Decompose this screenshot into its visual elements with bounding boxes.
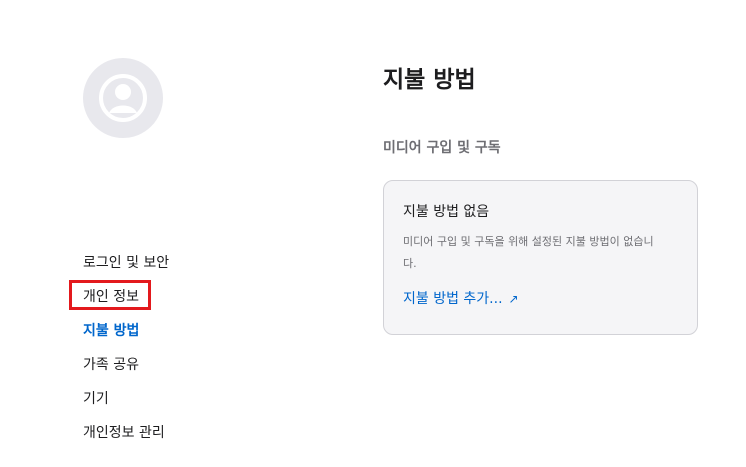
add-payment-method-label: 지불 방법 추가... [403, 291, 503, 307]
account-settings-page: 로그인 및 보안 개인 정보 지불 방법 가족 공유 기기 개인정보 관리 지불… [0, 0, 746, 467]
sidebar-item-devices[interactable]: 기기 [83, 388, 169, 422]
add-payment-method-link[interactable]: 지불 방법 추가... ↗ [403, 288, 519, 308]
sidebar-item-family-sharing[interactable]: 가족 공유 [83, 354, 169, 388]
sidebar-item-sign-in-security[interactable]: 로그인 및 보안 [83, 252, 169, 286]
user-circle-icon [99, 74, 147, 122]
avatar[interactable] [83, 58, 163, 138]
payment-method-card: 지불 방법 없음 미디어 구입 및 구독을 위해 설정된 지불 방법이 없습니다… [383, 180, 698, 335]
sidebar-item-personal-info[interactable]: 개인 정보 [83, 286, 169, 320]
page-title: 지불 방법 [383, 67, 476, 93]
section-title: 미디어 구입 및 구독 [383, 140, 501, 156]
sidebar-nav: 로그인 및 보안 개인 정보 지불 방법 가족 공유 기기 개인정보 관리 [83, 252, 169, 456]
sidebar-item-payment-methods[interactable]: 지불 방법 [83, 320, 169, 354]
sidebar-item-privacy[interactable]: 개인정보 관리 [83, 422, 169, 456]
external-arrow-icon: ↗ [508, 292, 519, 306]
card-description: 미디어 구입 및 구독을 위해 설정된 지불 방법이 없습니다. [403, 235, 654, 270]
card-title: 지불 방법 없음 [403, 204, 490, 220]
